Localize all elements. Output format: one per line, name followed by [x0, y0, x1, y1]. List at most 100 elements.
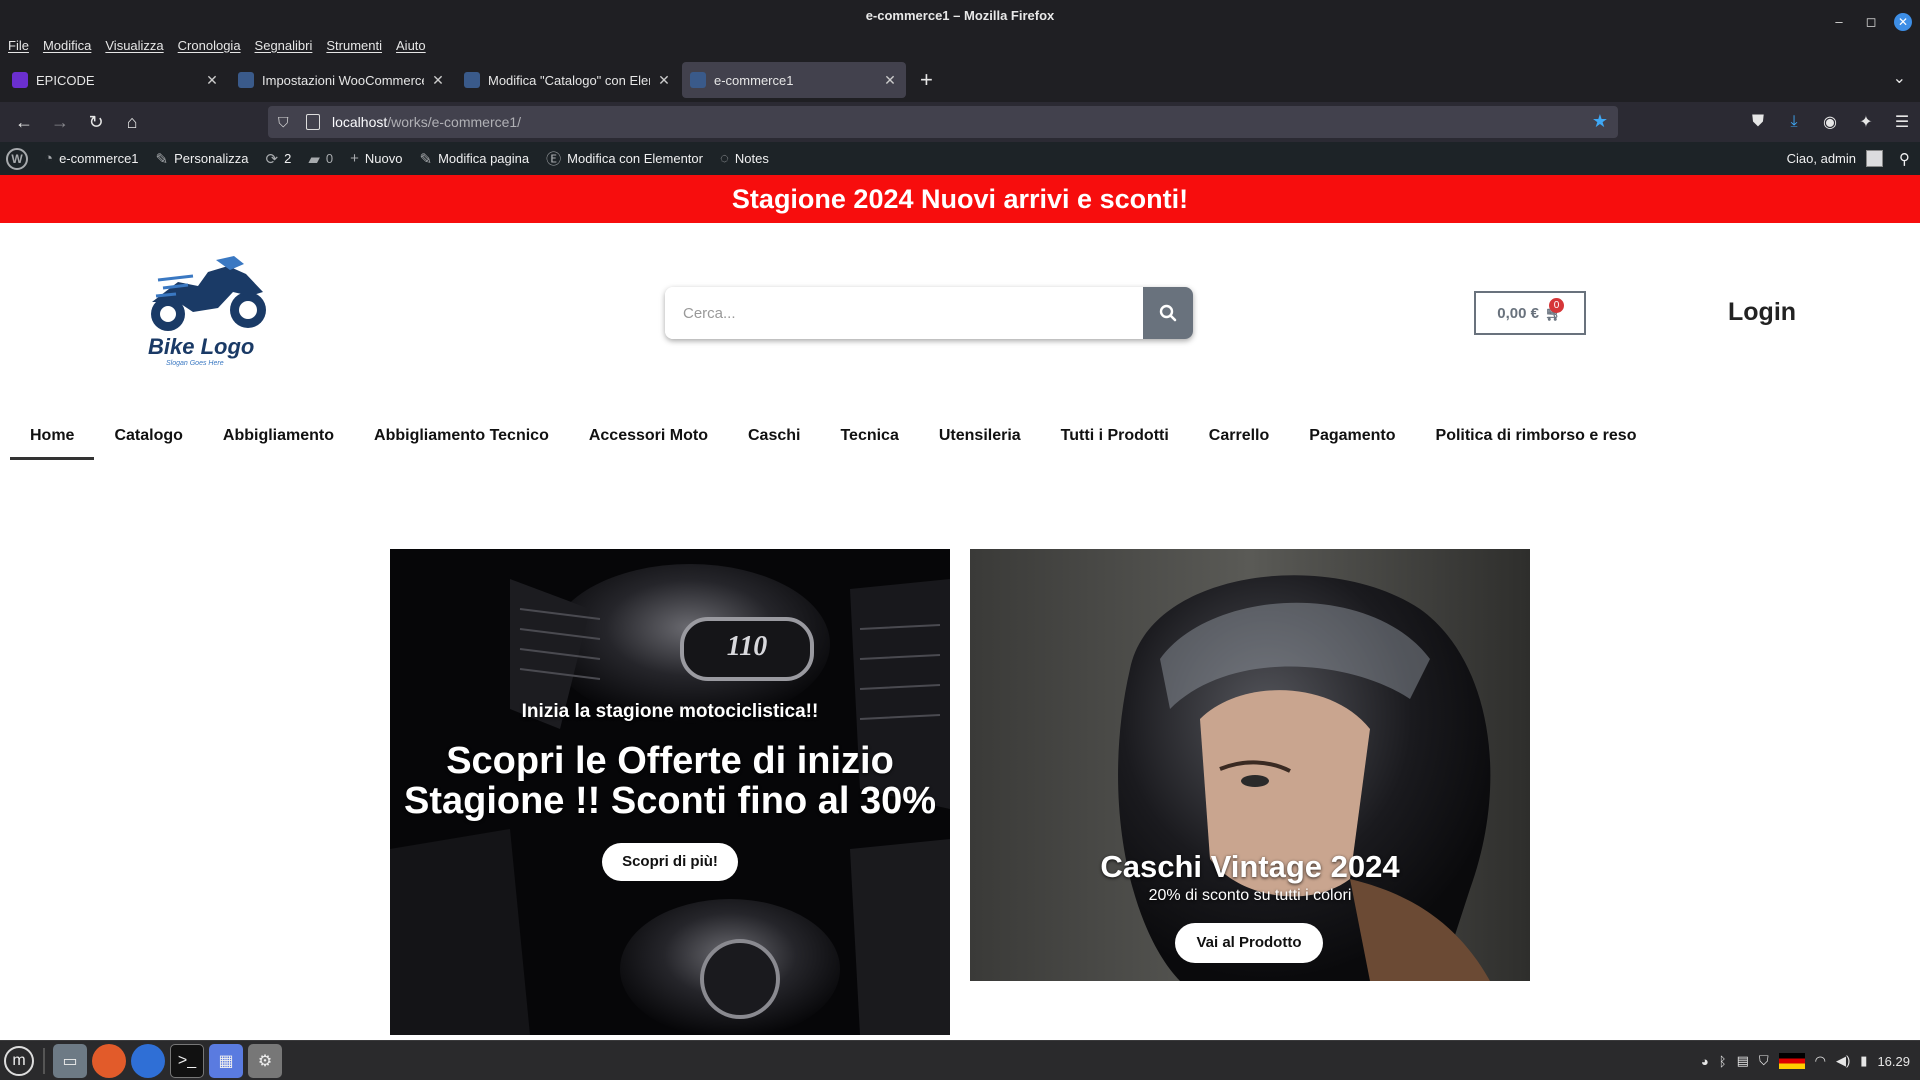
wp-comments-link[interactable]: ▰ 0: [308, 150, 333, 168]
clock[interactable]: 16.29: [1877, 1054, 1910, 1069]
nav-abbigliamento[interactable]: Abbigliamento: [203, 418, 354, 460]
terminal-icon[interactable]: >_: [170, 1043, 204, 1078]
thunderbird-icon[interactable]: [131, 1043, 165, 1078]
cart-count-badge: 0: [1549, 298, 1564, 313]
nav-abbigliamento-tecnico[interactable]: Abbigliamento Tecnico: [354, 418, 569, 460]
nav-home[interactable]: Home: [10, 418, 95, 460]
mint-menu-icon[interactable]: m: [4, 1045, 34, 1076]
screenshot-icon[interactable]: ▦: [209, 1043, 243, 1078]
search-input[interactable]: [665, 287, 1143, 339]
settings-gear-icon[interactable]: ⚙: [248, 1043, 282, 1078]
bookmark-star-icon[interactable]: ★: [1592, 111, 1608, 132]
site-favicon-icon: [690, 72, 706, 88]
avatar[interactable]: [1866, 150, 1883, 167]
search-icon[interactable]: ⚲: [1899, 150, 1910, 168]
keyboard-layout-de-flag-icon[interactable]: [1778, 1053, 1805, 1069]
menubar: File Modifica Visualizza Cronologia Segn…: [0, 32, 1920, 58]
wp-greeting[interactable]: Ciao, admin: [1787, 151, 1856, 166]
helmet-image: [970, 549, 1530, 981]
nav-utensileria[interactable]: Utensileria: [919, 418, 1041, 460]
forward-arrow-icon[interactable]: →: [42, 106, 78, 138]
wp-site-link[interactable]: ◔ e-commerce1: [44, 150, 139, 167]
discord-icon[interactable]: ◕: [1701, 1054, 1709, 1069]
files-icon[interactable]: ▭: [53, 1043, 87, 1078]
elementor-icon: Ⓔ: [546, 151, 562, 168]
menu-file[interactable]: File: [8, 38, 29, 53]
tab-woocommerce-settings[interactable]: Impostazioni WooCommerce ✕: [230, 62, 454, 98]
hamburger-menu-icon[interactable]: ☰: [1884, 106, 1920, 138]
wifi-icon[interactable]: ◠: [1815, 1053, 1826, 1069]
menu-visualizza[interactable]: Visualizza: [105, 38, 163, 53]
logo-slogan: Slogan Goes Here: [166, 360, 224, 367]
banner2-subtitle: 20% di sconto su tutti i colori: [1148, 887, 1352, 904]
site-favicon-icon: [238, 72, 254, 88]
vai-al-prodotto-button[interactable]: Vai al Prodotto: [1175, 923, 1323, 963]
tab-epicode[interactable]: EPICODE ✕: [4, 62, 228, 98]
nav-pagamento[interactable]: Pagamento: [1289, 418, 1415, 460]
wp-updates-link[interactable]: ⟳ 2: [266, 150, 292, 168]
battery-icon[interactable]: ▮: [1860, 1053, 1867, 1069]
notes-bubble-icon: ◌: [719, 150, 729, 167]
updates-icon: ⟳: [265, 150, 279, 168]
logo-text: Bike Logo: [148, 334, 255, 359]
menu-segnalibri[interactable]: Segnalibri: [255, 38, 313, 53]
wp-edit-page-link[interactable]: ✎ Modifica pagina: [419, 150, 529, 168]
banner1-subtitle: Inizia la stagione motociclistica!!: [521, 701, 819, 722]
volume-icon[interactable]: ◀): [1836, 1053, 1850, 1069]
window-title: e-commerce1 – Mozilla Firefox: [865, 8, 1055, 23]
extensions-icon[interactable]: ✦: [1848, 106, 1884, 138]
nav-tecnica[interactable]: Tecnica: [820, 418, 918, 460]
nav-politica-rimborso[interactable]: Politica di rimborso e reso: [1416, 418, 1657, 460]
menu-strumenti[interactable]: Strumenti: [326, 38, 382, 53]
wp-customize-link[interactable]: ✎ Personalizza: [156, 150, 249, 168]
tab-close-icon[interactable]: ✕: [204, 72, 220, 89]
shield-icon[interactable]: ⛉: [278, 114, 296, 131]
nav-catalogo[interactable]: Catalogo: [94, 418, 202, 460]
chevron-down-icon[interactable]: ⌄: [1893, 68, 1906, 88]
wp-new-label: Nuovo: [364, 151, 403, 166]
close-icon[interactable]: ✕: [1894, 13, 1912, 31]
home-icon[interactable]: ⌂: [114, 106, 150, 138]
tab-elementor-edit[interactable]: Modifica "Catalogo" con Elementor ✕: [456, 62, 680, 98]
reload-icon[interactable]: ↻: [78, 106, 114, 138]
tab-ecommerce1[interactable]: e-commerce1 ✕: [682, 62, 906, 98]
tab-close-icon[interactable]: ✕: [430, 72, 446, 89]
tab-title: e-commerce1: [714, 72, 794, 88]
account-icon[interactable]: ◉: [1812, 106, 1848, 138]
wp-site-name: e-commerce1: [59, 151, 139, 166]
wp-comments-count: 0: [325, 151, 334, 166]
firefox-icon[interactable]: [92, 1043, 126, 1078]
nav-tutti-prodotti[interactable]: Tutti i Prodotti: [1041, 418, 1189, 460]
wp-new-link[interactable]: + Nuovo: [350, 150, 402, 167]
wp-account-area: Ciao, admin ⚲: [1787, 142, 1910, 175]
menu-modifica[interactable]: Modifica: [43, 38, 91, 53]
shield-tray-icon[interactable]: ⛉: [1759, 1053, 1769, 1069]
tab-strip: EPICODE ✕ Impostazioni WooCommerce ✕ Mod…: [0, 58, 1920, 102]
tab-close-icon[interactable]: ✕: [882, 72, 898, 89]
pocket-icon[interactable]: ⛊: [1740, 106, 1776, 138]
menu-aiuto[interactable]: Aiuto: [396, 38, 426, 53]
search-form: [665, 287, 1193, 339]
login-link[interactable]: Login: [1728, 298, 1796, 327]
wp-elementor-link[interactable]: Ⓔ Modifica con Elementor: [546, 148, 703, 169]
download-icon[interactable]: ⤓: [1776, 106, 1812, 138]
nav-carrello[interactable]: Carrello: [1189, 418, 1289, 460]
tab-close-icon[interactable]: ✕: [656, 72, 672, 89]
nav-caschi[interactable]: Caschi: [728, 418, 820, 460]
url-text[interactable]: localhost/works/e-commerce1/: [332, 114, 521, 130]
bluetooth-icon[interactable]: ᛒ: [1719, 1054, 1727, 1069]
wordpress-logo-icon[interactable]: W: [6, 147, 28, 170]
menu-cronologia[interactable]: Cronologia: [178, 38, 241, 53]
scopri-button[interactable]: Scopri di più!: [602, 843, 738, 881]
back-arrow-icon[interactable]: ←: [6, 106, 42, 138]
clipboard-icon[interactable]: ▤: [1737, 1053, 1749, 1069]
wp-customize-label: Personalizza: [174, 151, 249, 166]
cart-button[interactable]: 0,00 € 🛒︎ 0: [1474, 291, 1586, 335]
wp-elementor-label: Modifica con Elementor: [567, 151, 703, 166]
url-bar[interactable]: ⛉ localhost/works/e-commerce1/ ★: [268, 106, 1618, 138]
site-logo[interactable]: Bike Logo Slogan Goes Here: [138, 252, 278, 372]
new-tab-icon[interactable]: +: [920, 67, 933, 93]
wp-notes-link[interactable]: ◌ Notes: [720, 150, 769, 167]
nav-accessori-moto[interactable]: Accessori Moto: [569, 418, 728, 460]
search-button[interactable]: [1143, 287, 1193, 339]
